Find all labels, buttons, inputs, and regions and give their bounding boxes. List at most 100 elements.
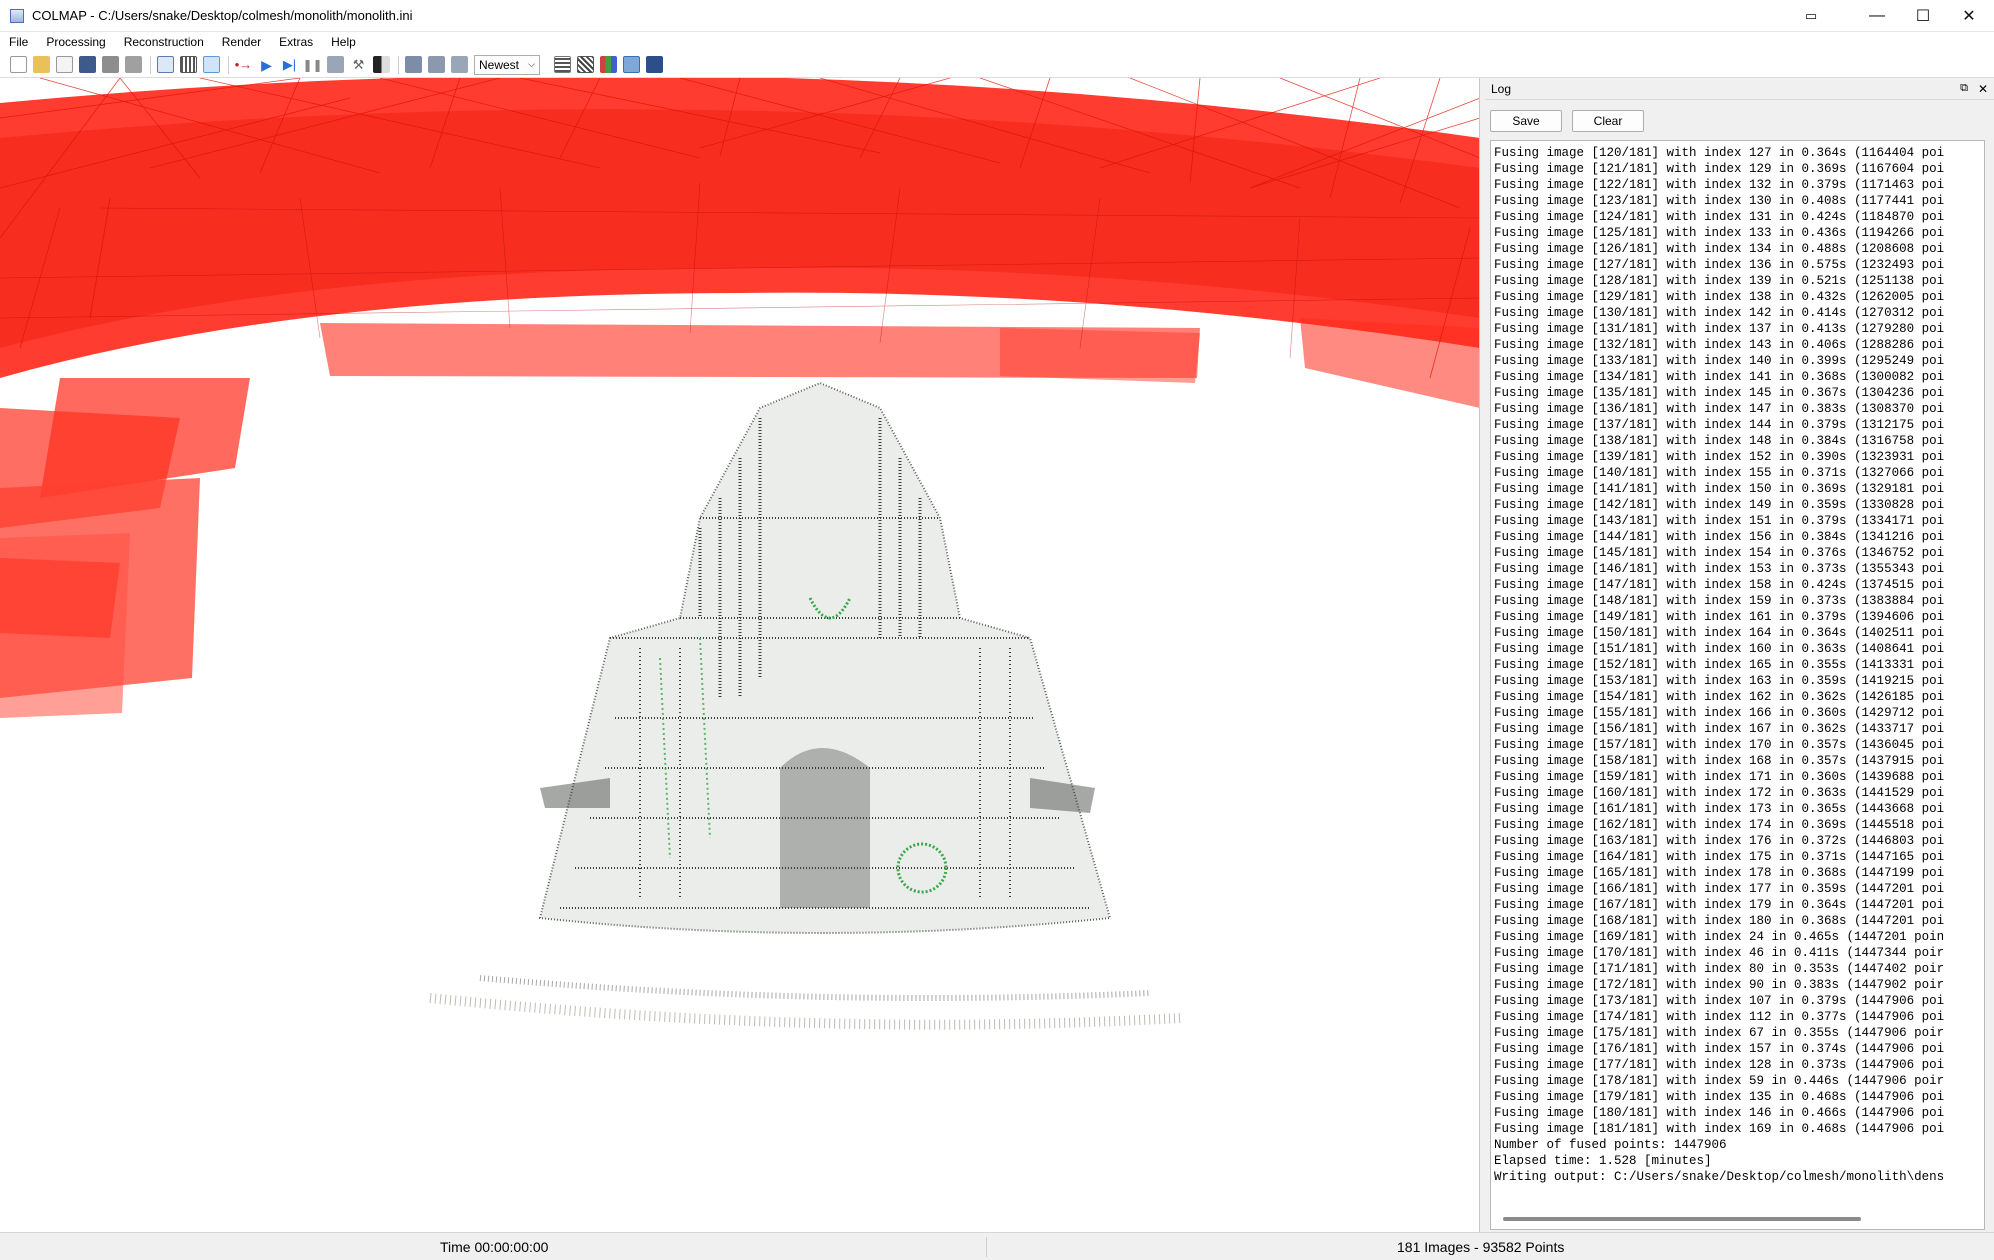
- log-line: Fusing image [162/181] with index 174 in…: [1494, 818, 1945, 832]
- toolbar-separator: [398, 55, 399, 74]
- log-line: Fusing image [142/181] with index 149 in…: [1494, 498, 1945, 512]
- close-dock-icon[interactable]: ✕: [1978, 82, 1988, 96]
- log-line: Fusing image [122/181] with index 132 in…: [1494, 178, 1945, 192]
- feature-extraction-icon[interactable]: [157, 56, 174, 73]
- log-line: Fusing image [141/181] with index 150 in…: [1494, 482, 1945, 496]
- pause-reconstruction-icon[interactable]: ❚❚: [302, 56, 322, 73]
- window-title: COLMAP - C:/Users/snake/Desktop/colmesh/…: [32, 8, 413, 23]
- log-line: Fusing image [161/181] with index 173 in…: [1494, 802, 1945, 816]
- log-line: Fusing image [151/181] with index 160 in…: [1494, 642, 1945, 656]
- log-line: Fusing image [147/181] with index 158 in…: [1494, 578, 1945, 592]
- maximize-button[interactable]: ☐: [1900, 0, 1946, 32]
- close-button[interactable]: ✕: [1946, 0, 1992, 32]
- toolbar-separator: [228, 55, 229, 74]
- 3d-viewport[interactable]: [0, 78, 1480, 1232]
- toolbar-separator: [150, 55, 151, 74]
- log-line: Fusing image [143/181] with index 151 in…: [1494, 514, 1945, 528]
- menu-render[interactable]: Render: [213, 32, 270, 52]
- menu-extras[interactable]: Extras: [270, 32, 322, 52]
- chart-icon[interactable]: [600, 56, 617, 73]
- log-line: Writing output: C:/Users/snake/Desktop/c…: [1494, 1170, 1945, 1184]
- menu-file[interactable]: File: [0, 32, 37, 52]
- log-icon[interactable]: [646, 56, 663, 73]
- reconstruction-render: [0, 78, 1479, 1030]
- log-line: Fusing image [154/181] with index 162 in…: [1494, 690, 1945, 704]
- restore-tablet-icon[interactable]: ▭: [1788, 0, 1834, 32]
- log-line: Fusing image [120/181] with index 127 in…: [1494, 146, 1945, 160]
- log-line: Fusing image [136/181] with index 147 in…: [1494, 402, 1945, 416]
- reconstruction-select[interactable]: Newest ⌵: [474, 54, 540, 75]
- status-divider: [986, 1237, 987, 1257]
- log-line: Fusing image [174/181] with index 112 in…: [1494, 1010, 1945, 1024]
- bundle-adjustment-icon[interactable]: [327, 56, 344, 73]
- log-dock: Log ⧉ ✕ Save Clear Fusing image [120/181…: [1485, 78, 1994, 1232]
- menu-processing[interactable]: Processing: [37, 32, 114, 52]
- app-icon: [10, 8, 24, 23]
- log-line: Fusing image [139/181] with index 152 in…: [1494, 450, 1945, 464]
- render-toggle-icon[interactable]: [451, 56, 468, 73]
- log-line: Fusing image [164/181] with index 175 in…: [1494, 850, 1945, 864]
- float-dock-icon[interactable]: ⧉: [1960, 82, 1968, 96]
- log-line: Fusing image [168/181] with index 180 in…: [1494, 914, 1945, 928]
- log-line: Fusing image [177/181] with index 128 in…: [1494, 1058, 1945, 1072]
- log-line: Fusing image [172/181] with index 90 in …: [1494, 978, 1945, 992]
- reconstruction-select-value: Newest: [479, 57, 520, 72]
- log-line: Fusing image [149/181] with index 161 in…: [1494, 610, 1945, 624]
- log-line: Fusing image [158/181] with index 168 in…: [1494, 754, 1945, 768]
- log-line: Elapsed time: 1.528 [minutes]: [1494, 1154, 1712, 1168]
- export-icon[interactable]: [125, 56, 142, 73]
- log-line: Fusing image [179/181] with index 135 in…: [1494, 1090, 1945, 1104]
- screenshot-icon[interactable]: [623, 56, 640, 73]
- status-counts: 181 Images - 93582 Points: [1397, 1239, 1565, 1255]
- dense-reconstruction-icon[interactable]: [373, 56, 390, 73]
- log-line: Fusing image [128/181] with index 139 in…: [1494, 274, 1945, 288]
- match-matrix-icon[interactable]: [577, 56, 594, 73]
- log-button-row: Save Clear: [1485, 100, 1994, 144]
- start-reconstruction-icon[interactable]: ▶: [258, 56, 275, 73]
- save-project-icon[interactable]: [79, 56, 96, 73]
- menu-bar: File Processing Reconstruction Render Ex…: [0, 32, 1994, 52]
- open-project-icon[interactable]: [33, 56, 50, 73]
- log-line: Fusing image [180/181] with index 146 in…: [1494, 1106, 1945, 1120]
- clear-log-button[interactable]: Clear: [1572, 110, 1644, 132]
- log-line: Fusing image [121/181] with index 129 in…: [1494, 162, 1945, 176]
- log-line: Fusing image [135/181] with index 145 in…: [1494, 386, 1945, 400]
- log-line: Fusing image [125/181] with index 133 in…: [1494, 226, 1945, 240]
- log-line: Fusing image [171/181] with index 80 in …: [1494, 962, 1945, 976]
- log-line: Fusing image [129/181] with index 138 in…: [1494, 290, 1945, 304]
- log-line: Fusing image [165/181] with index 178 in…: [1494, 866, 1945, 880]
- render-reset-icon[interactable]: [428, 56, 445, 73]
- log-line: Fusing image [178/181] with index 59 in …: [1494, 1074, 1945, 1088]
- edit-project-icon[interactable]: [56, 56, 73, 73]
- new-project-icon[interactable]: [10, 56, 27, 73]
- log-line: Fusing image [153/181] with index 163 in…: [1494, 674, 1945, 688]
- log-line: Fusing image [130/181] with index 142 in…: [1494, 306, 1945, 320]
- reconstruction-options-icon[interactable]: •→: [235, 56, 253, 73]
- import-icon[interactable]: [102, 56, 119, 73]
- render-options-icon[interactable]: [405, 56, 422, 73]
- save-log-button[interactable]: Save: [1490, 110, 1562, 132]
- title-bar: COLMAP - C:/Users/snake/Desktop/colmesh/…: [0, 0, 1994, 32]
- menu-help[interactable]: Help: [322, 32, 365, 52]
- sparse-point-cloud: [429, 381, 1181, 1030]
- log-horizontal-scrollbar[interactable]: [1503, 1217, 1861, 1221]
- log-line: Fusing image [138/181] with index 148 in…: [1494, 434, 1945, 448]
- tools-icon[interactable]: ⚒: [350, 56, 367, 73]
- log-line: Fusing image [176/181] with index 157 in…: [1494, 1042, 1945, 1056]
- reconstruction-stats-icon[interactable]: [554, 56, 571, 73]
- menu-reconstruction[interactable]: Reconstruction: [115, 32, 213, 52]
- status-bar: Time 00:00:00:00 181 Images - 93582 Poin…: [0, 1232, 1994, 1260]
- log-line: Fusing image [137/181] with index 144 in…: [1494, 418, 1945, 432]
- database-icon[interactable]: [203, 56, 220, 73]
- step-reconstruction-icon[interactable]: ▶|: [281, 56, 298, 73]
- log-line: Fusing image [160/181] with index 172 in…: [1494, 786, 1945, 800]
- log-lines: Fusing image [120/181] with index 127 in…: [1491, 141, 1984, 1185]
- log-line: Fusing image [170/181] with index 46 in …: [1494, 946, 1945, 960]
- log-line: Fusing image [163/181] with index 176 in…: [1494, 834, 1945, 848]
- log-line: Fusing image [131/181] with index 137 in…: [1494, 322, 1945, 336]
- log-text-area[interactable]: Fusing image [120/181] with index 127 in…: [1490, 140, 1985, 1230]
- minimize-button[interactable]: —: [1854, 0, 1900, 32]
- feature-matching-icon[interactable]: [180, 56, 197, 73]
- log-line: Fusing image [181/181] with index 169 in…: [1494, 1122, 1945, 1136]
- toolbar: •→ ▶ ▶| ❚❚ ⚒ Newest ⌵: [0, 52, 1994, 78]
